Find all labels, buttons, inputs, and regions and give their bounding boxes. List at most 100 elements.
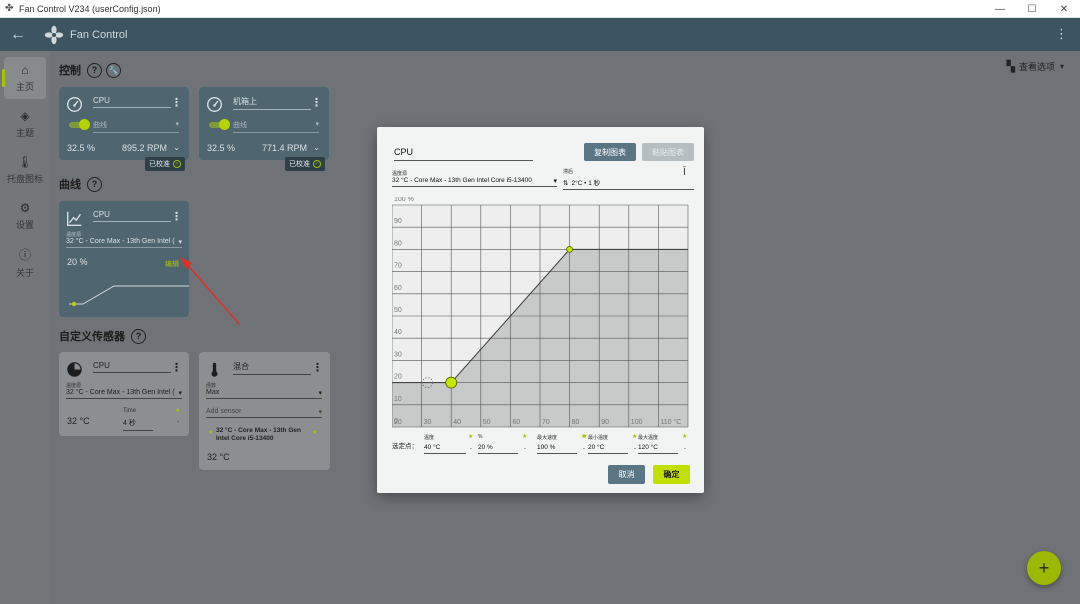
hysteresis-input[interactable]: ⇅ 2°C • 1 秒 [563, 177, 694, 190]
home-icon: ⌂ [21, 63, 29, 77]
view-options-button[interactable]: ▚ 查看选项 ▾ [1007, 60, 1065, 73]
nav-item-theme[interactable]: ◈ 主题 [4, 103, 46, 145]
curve-select[interactable]: 曲线 ▾ [233, 120, 319, 133]
y-tick-label: 60 [394, 285, 402, 292]
chevron-down-icon: ▾ [178, 390, 182, 397]
curve-point[interactable] [566, 246, 574, 253]
more-vertical-icon[interactable]: ⋮ [312, 361, 323, 374]
more-vertical-icon[interactable]: ⋮ [171, 96, 182, 109]
chevron-down-icon: ▾ [1059, 62, 1064, 71]
curve-select-value: 曲线 [93, 122, 107, 129]
updown-icon: ⇅ [563, 180, 569, 187]
help-icon[interactable]: ? [87, 62, 102, 78]
more-vertical-icon[interactable]: ⋮ [171, 210, 182, 223]
nav-item-settings[interactable]: ⚙ 设置 [4, 195, 46, 237]
help-icon[interactable]: ? [131, 328, 146, 344]
check-icon: ✓ [313, 160, 321, 168]
nav-item-home[interactable]: ⌂ 主页 [2, 57, 46, 99]
x-tick-label: 30 [424, 419, 432, 426]
max-temp-input[interactable]: 120 °C [638, 444, 678, 454]
x-tick-label: 110 °C [660, 418, 681, 426]
copy-chart-button[interactable]: 复制图表 [584, 143, 636, 161]
time-input[interactable]: 4 秒 [123, 418, 153, 431]
back-arrow-icon[interactable]: ← [10, 26, 40, 44]
control-percent: 32.5 % [207, 143, 236, 153]
edit-link[interactable]: 编辑 [165, 259, 179, 269]
chevron-down-icon: ▾ [315, 121, 319, 128]
confirm-button[interactable]: 确定 [653, 465, 690, 484]
stepper-icon[interactable]: - [684, 446, 686, 452]
window-controls: — ☐ ✕ [984, 0, 1080, 18]
section-custom-sensors: 自定义传感器 ? [59, 328, 146, 344]
add-sensor-placeholder: Add sensor [206, 408, 242, 415]
curve-percent: 20 % [67, 257, 88, 267]
stepper-icon[interactable]: - [634, 446, 636, 452]
x-tick-label: 50 [483, 419, 491, 426]
control-card-cpu: CPU ⋮ 曲线 ▾ 32.5 % 895.2 RPM ⌄ 已校准 ✓ [59, 87, 189, 171]
section-curves: 曲线 ? [59, 176, 102, 192]
calibrated-badge: 已校准 ✓ [285, 157, 325, 171]
min-temp-input[interactable]: 20 °C [588, 444, 628, 454]
y-tick-label: 30 [394, 351, 402, 358]
x-tick-label: 70 [542, 419, 550, 426]
field-label: 最大速度 [537, 435, 558, 441]
star-icon: ★ [312, 430, 318, 436]
curve-name-input[interactable]: CPU [394, 147, 533, 161]
add-button[interactable]: + [1027, 551, 1061, 585]
temperature-source-select[interactable]: 32 °C - Core Max - 13th Gen Intel ( ▾ [66, 238, 182, 248]
function-select[interactable]: Max ▾ [206, 389, 322, 399]
chevron-down-icon[interactable]: ⌄ [313, 143, 320, 152]
sensor-source-entry: 32 °C - Core Max - 13th Gen Intel Core i… [216, 427, 301, 442]
star-icon: ★ [175, 408, 181, 414]
enable-toggle[interactable] [209, 119, 230, 130]
maximize-button[interactable]: ☐ [1016, 0, 1048, 18]
source-value: 32 °C - Core Max - 13th Gen Intel Core i… [392, 177, 532, 184]
curve-name[interactable]: CPU [93, 210, 171, 222]
source-value: 32 °C - Core Max - 13th Gen Intel ( [66, 238, 175, 245]
y-tick-label: 80 [394, 240, 402, 247]
sensor-name[interactable]: CPU [93, 361, 171, 373]
chevron-down-icon[interactable]: ⌄ [173, 143, 180, 152]
curve-card-cpu: CPU ⋮ 温度源 32 °C - Core Max - 13th Gen In… [59, 201, 189, 317]
point-temp-input[interactable]: 40 °C [424, 444, 466, 454]
point-percent-input[interactable]: 20 % [478, 444, 518, 454]
curve-select[interactable]: 曲线 ▾ [93, 120, 179, 133]
sensor-name[interactable]: 混合 [233, 361, 311, 375]
close-button[interactable]: ✕ [1048, 0, 1080, 18]
custom-sensor-card-cpu: CPU ⋮ 温度源 32 °C - Core Max - 13th Gen In… [59, 352, 189, 436]
time-value: 4 秒 [123, 420, 136, 427]
source-label: 温度源 [66, 383, 82, 389]
more-vertical-icon[interactable]: ⋮ [311, 96, 322, 109]
control-name[interactable]: 机箱上 [233, 96, 311, 110]
thermometer-icon: 🌡 [17, 155, 33, 169]
stepper-icon[interactable]: - [177, 419, 179, 426]
stepper-icon[interactable]: - [524, 446, 526, 452]
max-speed-input[interactable]: 100 % [537, 444, 577, 454]
control-name[interactable]: CPU [93, 96, 171, 108]
cancel-button[interactable]: 取消 [608, 465, 645, 484]
x-tick-label: 80 [572, 419, 580, 426]
app-name: Fan Control [70, 28, 128, 41]
temperature-source-select[interactable]: 32 °C - Core Max - 13th Gen Intel ( ▾ [66, 389, 182, 399]
add-sensor-select[interactable]: Add sensor ▾ [206, 408, 322, 418]
minimize-button[interactable]: — [984, 0, 1016, 18]
wrench-icon[interactable]: 🔧 [106, 62, 121, 78]
stepper-icon[interactable]: - [470, 446, 472, 452]
more-vertical-icon[interactable]: ⋮ [171, 361, 182, 374]
control-rpm: 895.2 RPM [121, 143, 167, 153]
nav-item-label: 关于 [15, 267, 34, 278]
fan-curve-graph[interactable]: 0102030405060708090100 %20 30 40 50 60 70 80 90… [392, 197, 690, 429]
nav-item-tray-icons[interactable]: 🌡 托盘图标 [4, 149, 46, 191]
stepper-icon[interactable]: - [583, 446, 585, 452]
curve-preview [69, 285, 189, 307]
selected-curve-point[interactable] [445, 376, 458, 389]
temperature-source-select[interactable]: 32 °C - Core Max - 13th Gen Intel Core i… [392, 177, 557, 187]
more-options-icon[interactable]: ⋮ [1055, 26, 1068, 42]
help-icon[interactable]: ? [87, 176, 102, 192]
paste-chart-button[interactable]: 粘贴图表 [642, 143, 694, 161]
y-tick-label: 50 [394, 307, 402, 314]
custom-sensor-card-mix: 混合 ⋮ 函数 Max ▾ Add sensor ▾ ★ 32 °C - Cor… [199, 352, 330, 470]
nav-item-about[interactable]: ⓘ 关于 [4, 241, 46, 283]
enable-toggle[interactable] [69, 119, 90, 130]
text-cursor-icon[interactable]: Ī [683, 167, 686, 178]
